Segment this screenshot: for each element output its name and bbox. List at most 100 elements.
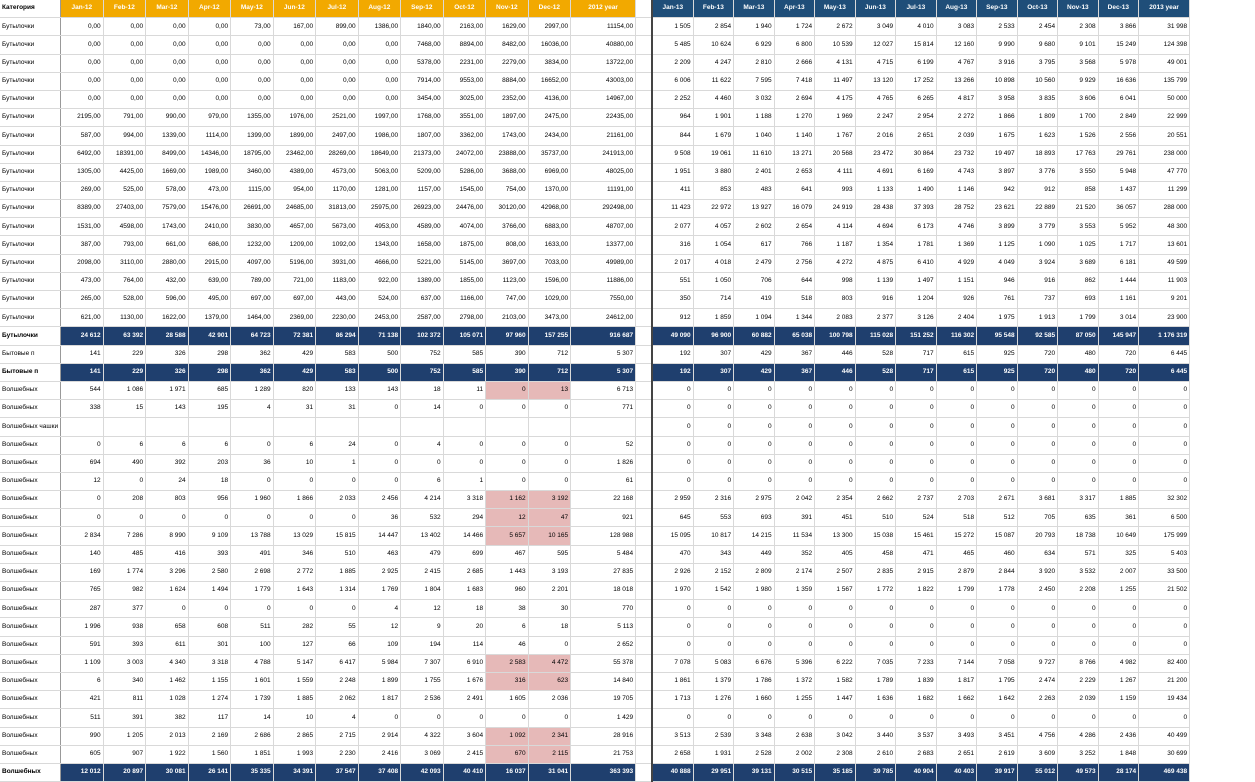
value-cell-2012[interactable]: 2 652: [570, 636, 637, 655]
value-cell-2013[interactable]: 13 266: [936, 72, 978, 91]
value-cell-2012[interactable]: 117: [188, 708, 232, 728]
value-cell-2013[interactable]: 6 445: [1138, 363, 1191, 382]
value-cell-2013[interactable]: 0: [693, 381, 735, 401]
value-cell-2013[interactable]: 6 445: [1138, 345, 1191, 364]
value-cell-2013[interactable]: 2 835: [855, 563, 897, 583]
value-cell-2012[interactable]: 3766,00: [485, 217, 529, 237]
value-cell-2012[interactable]: 0,00: [188, 72, 232, 91]
value-cell-2013[interactable]: 0: [1017, 708, 1059, 728]
value-cell-2013[interactable]: 3 493: [936, 727, 978, 746]
value-cell-2012[interactable]: 26 141: [188, 763, 232, 782]
value-cell-2013[interactable]: 2 401: [733, 163, 775, 182]
value-cell-2013[interactable]: 0: [1098, 381, 1140, 401]
value-cell-2013[interactable]: 0: [814, 417, 856, 437]
value-cell-2012[interactable]: 4573,00: [315, 163, 359, 182]
value-cell-2013[interactable]: 22 972: [693, 199, 735, 219]
value-cell-2013[interactable]: 0: [774, 381, 816, 401]
value-cell-2013[interactable]: 2 077: [652, 217, 694, 237]
category-cell[interactable]: Бутылочки: [0, 272, 62, 292]
value-cell-2013[interactable]: 3 689: [1057, 254, 1099, 273]
value-cell-2012[interactable]: 6 910: [443, 654, 487, 673]
value-cell-2013[interactable]: 2 042: [774, 490, 816, 510]
value-cell-2012[interactable]: [315, 417, 359, 437]
value-cell-2013[interactable]: 7 595: [733, 72, 775, 91]
value-cell-2012[interactable]: 10: [273, 708, 317, 728]
value-cell-2013[interactable]: 912: [1017, 181, 1059, 201]
value-cell-2012[interactable]: 26691,00: [230, 199, 274, 219]
value-cell-2013[interactable]: 82 400: [1138, 654, 1191, 673]
value-cell-2012[interactable]: 1531,00: [60, 217, 104, 237]
value-cell-2012[interactable]: 463: [358, 545, 402, 564]
value-cell-2013[interactable]: 1 682: [895, 690, 937, 710]
value-cell-2012[interactable]: 605: [60, 745, 104, 764]
value-cell-2012[interactable]: 5 307: [570, 363, 637, 382]
value-cell-2012[interactable]: 1669,00: [145, 163, 189, 182]
category-cell[interactable]: Бутылочки: [0, 254, 62, 273]
value-cell-2012[interactable]: 43003,00: [570, 72, 637, 91]
value-cell-2012[interactable]: 789,00: [230, 272, 274, 292]
category-cell[interactable]: Бутылочки: [0, 181, 62, 201]
value-cell-2013[interactable]: 115 028: [855, 326, 897, 346]
category-cell[interactable]: Волшебных: [0, 636, 62, 655]
value-cell-2013[interactable]: 2 507: [814, 563, 856, 583]
value-cell-2012[interactable]: 3362,00: [443, 126, 487, 146]
value-cell-2012[interactable]: 2 230: [315, 745, 359, 764]
value-cell-2013[interactable]: 11 299: [1138, 181, 1191, 201]
value-cell-2013[interactable]: 4 756: [1017, 727, 1059, 746]
value-cell-2013[interactable]: 2 308: [1057, 17, 1099, 37]
value-cell-2013[interactable]: 2 849: [1098, 108, 1140, 128]
value-cell-2012[interactable]: 11886,00: [570, 272, 637, 292]
value-cell-2013[interactable]: 0: [855, 436, 897, 455]
value-cell-2013[interactable]: 2 474: [1017, 672, 1059, 692]
value-cell-2012[interactable]: 0,00: [60, 35, 104, 55]
value-cell-2013[interactable]: 0: [814, 617, 856, 637]
value-cell-2012[interactable]: 105 071: [443, 326, 487, 346]
value-cell-2012[interactable]: 2 201: [528, 581, 572, 601]
value-cell-2012[interactable]: 473,00: [188, 181, 232, 201]
value-cell-2013[interactable]: 30 515: [774, 763, 816, 782]
value-cell-2013[interactable]: 18 738: [1057, 526, 1099, 546]
value-cell-2012[interactable]: 5286,00: [443, 163, 487, 182]
value-cell-2012[interactable]: 1386,00: [358, 17, 402, 37]
value-cell-2013[interactable]: 0: [693, 708, 735, 728]
value-cell-2012[interactable]: 265,00: [60, 290, 104, 310]
value-cell-2012[interactable]: 7 307: [400, 654, 444, 673]
value-cell-2013[interactable]: 518: [936, 508, 978, 528]
value-cell-2013[interactable]: 862: [1057, 272, 1099, 292]
value-cell-2013[interactable]: 4 767: [936, 54, 978, 73]
value-cell-2013[interactable]: 0: [1098, 399, 1140, 419]
value-cell-2013[interactable]: 1 146: [936, 181, 978, 201]
value-cell-2012[interactable]: 0: [273, 508, 317, 528]
value-cell-2012[interactable]: 18 018: [570, 581, 637, 601]
value-cell-2012[interactable]: 1209,00: [273, 235, 317, 255]
value-cell-2012[interactable]: 2352,00: [485, 90, 529, 110]
value-cell-2013[interactable]: 9 201: [1138, 290, 1191, 310]
value-cell-2013[interactable]: 3 252: [1057, 745, 1099, 764]
value-cell-2013[interactable]: 21 520: [1057, 199, 1099, 219]
value-cell-2012[interactable]: 990: [60, 727, 104, 746]
value-cell-2013[interactable]: 1 940: [733, 17, 775, 37]
column-header-2012[interactable]: Mar-12: [145, 0, 189, 19]
value-cell-2012[interactable]: 990,00: [145, 108, 189, 128]
value-cell-2012[interactable]: [358, 417, 402, 437]
value-cell-2012[interactable]: 36: [230, 454, 274, 473]
value-cell-2013[interactable]: 14 215: [733, 526, 775, 546]
value-cell-2013[interactable]: 3 920: [1017, 563, 1059, 583]
value-cell-2013[interactable]: 2 737: [895, 490, 937, 510]
value-cell-2013[interactable]: 2 671: [976, 490, 1018, 510]
value-cell-2013[interactable]: 0: [1017, 436, 1059, 455]
value-cell-2013[interactable]: 411: [652, 181, 694, 201]
value-cell-2013[interactable]: 446: [814, 363, 856, 382]
value-cell-2013[interactable]: 1 490: [895, 181, 937, 201]
value-cell-2012[interactable]: 9: [400, 617, 444, 637]
value-cell-2013[interactable]: 0: [1098, 599, 1140, 619]
value-cell-2013[interactable]: 9 101: [1057, 35, 1099, 55]
value-cell-2012[interactable]: 34 391: [273, 763, 317, 782]
value-cell-2013[interactable]: 5 978: [1098, 54, 1140, 73]
value-cell-2012[interactable]: 12: [400, 599, 444, 619]
value-cell-2012[interactable]: 10: [273, 454, 317, 473]
value-cell-2012[interactable]: 1 851: [230, 745, 274, 764]
value-cell-2013[interactable]: 2 915: [895, 563, 937, 583]
value-cell-2013[interactable]: 926: [936, 290, 978, 310]
value-cell-2013[interactable]: 942: [976, 181, 1018, 201]
